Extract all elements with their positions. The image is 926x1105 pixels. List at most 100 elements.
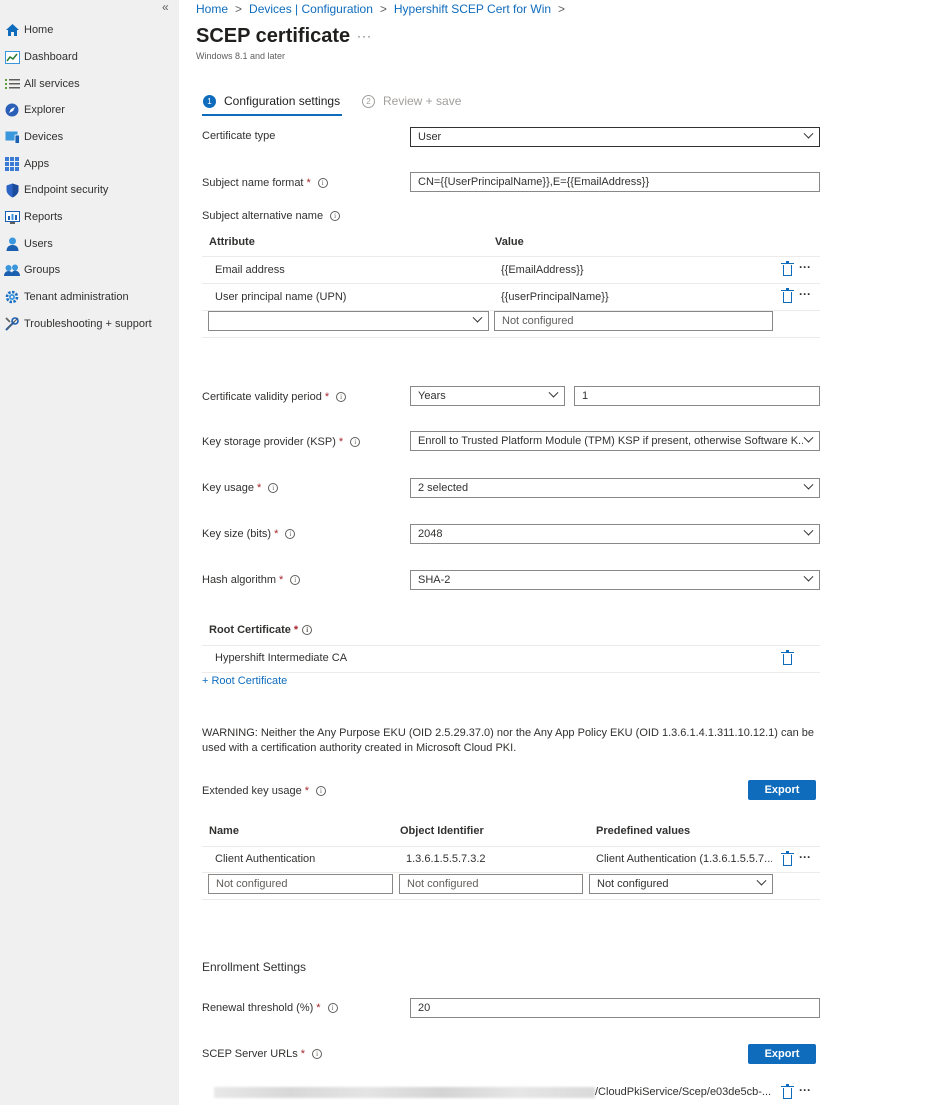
nav-label: Devices (24, 131, 64, 143)
list-icon (4, 76, 20, 92)
step-label: Review + save (383, 94, 462, 108)
info-icon[interactable]: i (327, 1003, 338, 1013)
ksp-label: Key storage provider (KSP) * i (202, 436, 361, 448)
breadcrumb-separator: > (379, 2, 387, 16)
nav-item-home[interactable]: Home (4, 20, 53, 40)
user-icon (4, 236, 20, 252)
column-header-object-identifier: Object Identifier (400, 825, 484, 837)
more-actions-icon[interactable]: ··· (799, 287, 811, 301)
nav-label: Dashboard (24, 51, 78, 63)
column-header-value: Value (495, 236, 524, 248)
home-icon (4, 22, 20, 38)
hash-algorithm-label: Hash algorithm * i (202, 574, 301, 586)
info-icon[interactable]: i (290, 575, 301, 585)
trash-icon[interactable] (781, 261, 794, 276)
validity-unit-dropdown[interactable]: Years (410, 386, 565, 406)
trash-icon[interactable] (781, 650, 794, 665)
eku-oid-cell: 1.3.6.1.5.5.7.3.2 (406, 853, 486, 865)
nav-label: Home (24, 24, 54, 36)
info-icon[interactable]: i (330, 211, 341, 221)
info-icon[interactable]: i (285, 529, 296, 539)
info-icon[interactable]: i (350, 437, 361, 447)
renewal-threshold-label: Renewal threshold (%) * i (202, 1002, 338, 1014)
breadcrumb-home[interactable]: Home (196, 2, 228, 16)
nav-item-dashboard[interactable]: Dashboard (4, 47, 78, 67)
nav-item-apps[interactable]: Apps (4, 154, 49, 174)
scep-server-urls-label: SCEP Server URLs * i (202, 1048, 323, 1060)
breadcrumb-profile[interactable]: Hypershift SCEP Cert for Win (394, 2, 551, 16)
info-icon[interactable]: i (315, 786, 326, 796)
nav-item-endpoint-security[interactable]: Endpoint security (4, 180, 108, 200)
chevron-down-icon (803, 571, 814, 582)
key-usage-dropdown[interactable]: 2 selected (410, 478, 820, 498)
nav-label: Groups (24, 264, 61, 276)
scep-export-button[interactable]: Export (748, 1044, 816, 1064)
nav-item-devices[interactable]: Devices (4, 127, 63, 147)
eku-oid-input[interactable]: Not configured (399, 874, 583, 894)
nav-item-users[interactable]: Users (4, 234, 53, 254)
more-actions-icon[interactable]: ··· (799, 1083, 811, 1097)
step-label: Configuration settings (224, 94, 341, 108)
more-options-button[interactable]: ··· (357, 29, 372, 43)
redacted-url-prefix (214, 1087, 595, 1098)
breadcrumb-separator: > (235, 2, 243, 16)
trash-icon[interactable] (781, 288, 794, 303)
certificate-type-dropdown[interactable]: User (410, 127, 820, 147)
more-actions-icon[interactable]: ··· (799, 260, 811, 274)
chevron-down-icon (803, 479, 814, 490)
trash-icon[interactable] (781, 1084, 794, 1099)
page-subtitle: Windows 8.1 and later (196, 51, 286, 61)
chevron-down-icon (803, 128, 814, 139)
info-icon[interactable]: i (302, 625, 313, 635)
tab-configuration-settings[interactable]: 1 Configuration settings (203, 94, 340, 108)
eku-predefined-dropdown[interactable]: Not configured (589, 874, 773, 894)
nav-item-troubleshooting[interactable]: Troubleshooting + support (4, 314, 152, 334)
breadcrumb-devices-configuration[interactable]: Devices | Configuration (249, 2, 373, 16)
nav-item-tenant-administration[interactable]: Tenant administration (4, 287, 129, 307)
nav-item-explorer[interactable]: Explorer (4, 100, 65, 120)
chevron-down-icon (548, 387, 559, 398)
ksp-dropdown[interactable]: Enroll to Trusted Platform Module (TPM) … (410, 431, 820, 451)
eku-name-input[interactable]: Not configured (208, 874, 393, 894)
eku-name-cell: Client Authentication (215, 853, 316, 865)
validity-value-input[interactable]: 1 (574, 386, 820, 406)
eku-export-button[interactable]: Export (748, 780, 816, 800)
eku-predefined-cell: Client Authentication (1.3.6.1.5.5.7... (596, 853, 772, 865)
info-icon[interactable]: i (317, 178, 328, 188)
subject-name-format-input[interactable]: CN={{UserPrincipalName}},E={{EmailAddres… (410, 172, 820, 192)
san-value-input[interactable]: Not configured (494, 311, 773, 331)
groups-icon (4, 262, 20, 278)
nav-label: Users (24, 238, 53, 250)
more-actions-icon[interactable]: ··· (799, 850, 811, 864)
column-header-name: Name (209, 825, 239, 837)
reports-icon (4, 209, 20, 225)
info-icon[interactable]: i (336, 392, 347, 402)
left-nav: « Home Dashboard All services Explorer D… (0, 0, 179, 1105)
breadcrumb: Home > Devices | Configuration > Hypersh… (196, 2, 572, 16)
info-icon[interactable]: i (268, 483, 279, 493)
tab-review-save[interactable]: 2 Review + save (362, 94, 461, 108)
explorer-icon (4, 102, 20, 118)
key-usage-label: Key usage * i (202, 482, 279, 494)
nav-label: Reports (24, 211, 63, 223)
nav-item-all-services[interactable]: All services (4, 74, 80, 94)
add-root-certificate-link[interactable]: + Root Certificate (202, 675, 287, 687)
shield-icon (4, 182, 20, 198)
nav-label: Troubleshooting + support (24, 318, 152, 330)
nav-label: Explorer (24, 104, 65, 116)
extended-key-usage-label: Extended key usage * i (202, 785, 326, 797)
renewal-threshold-input[interactable]: 20 (410, 998, 820, 1018)
info-icon[interactable]: i (312, 1049, 323, 1059)
nav-item-groups[interactable]: Groups (4, 260, 60, 280)
san-value-cell: {{EmailAddress}} (501, 264, 584, 276)
trash-icon[interactable] (781, 851, 794, 866)
chevron-down-icon (803, 525, 814, 536)
hash-algorithm-dropdown[interactable]: SHA-2 (410, 570, 820, 590)
certificate-type-label: Certificate type (202, 130, 276, 142)
collapse-nav-button[interactable]: « (162, 0, 169, 14)
key-size-dropdown[interactable]: 2048 (410, 524, 820, 544)
nav-item-reports[interactable]: Reports (4, 207, 63, 227)
chevron-down-icon (756, 875, 767, 886)
san-attribute-dropdown[interactable] (208, 311, 489, 331)
apps-grid-icon (4, 156, 20, 172)
